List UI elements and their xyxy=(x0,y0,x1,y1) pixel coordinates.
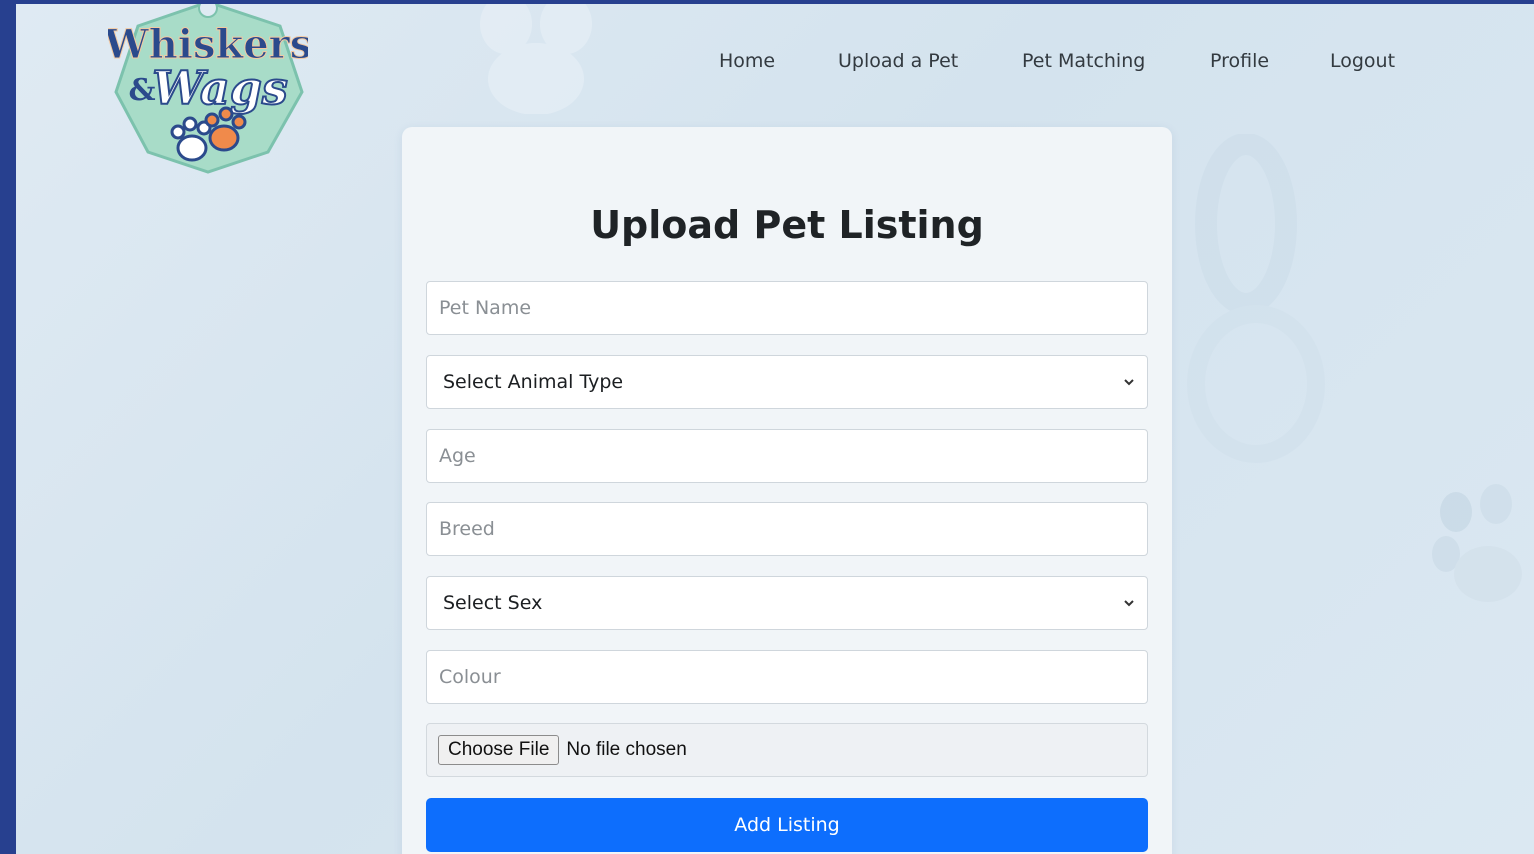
nav-profile[interactable]: Profile xyxy=(1210,50,1269,72)
page-title: Upload Pet Listing xyxy=(590,203,984,247)
choose-file-button[interactable]: Choose File xyxy=(438,735,560,765)
chevron-down-icon xyxy=(1124,379,1134,386)
upload-form-card: Upload Pet Listing Select Animal Type Se… xyxy=(402,127,1172,854)
pet-name-input[interactable] xyxy=(426,281,1148,335)
add-listing-button[interactable]: Add Listing xyxy=(426,798,1148,852)
main-nav: Home Upload a Pet Pet Matching Profile L… xyxy=(16,50,1534,80)
age-input[interactable] xyxy=(426,429,1148,483)
animal-type-selected-value: Select Animal Type xyxy=(443,371,624,393)
paw-print-icon xyxy=(1432,484,1522,602)
sex-select[interactable]: Select Sex xyxy=(426,576,1148,630)
photo-file-input: Choose File No file chosen xyxy=(426,723,1148,777)
paw-print-icon xyxy=(1187,134,1325,463)
animal-type-select[interactable]: Select Animal Type xyxy=(426,355,1148,409)
file-status-text: No file chosen xyxy=(566,739,687,760)
brand-logo[interactable]: Whiskers & Wags xyxy=(108,4,308,178)
colour-input[interactable] xyxy=(426,650,1148,704)
page-background: Whiskers & Wags Home Upload a Pet Pet Ma… xyxy=(16,4,1534,854)
chevron-down-icon xyxy=(1124,600,1134,607)
sex-selected-value: Select Sex xyxy=(443,592,543,614)
breed-input[interactable] xyxy=(426,502,1148,556)
nav-upload-a-pet[interactable]: Upload a Pet xyxy=(838,50,958,72)
nav-pet-matching[interactable]: Pet Matching xyxy=(1022,50,1145,72)
nav-logout[interactable]: Logout xyxy=(1330,50,1395,72)
nav-home[interactable]: Home xyxy=(719,50,775,72)
